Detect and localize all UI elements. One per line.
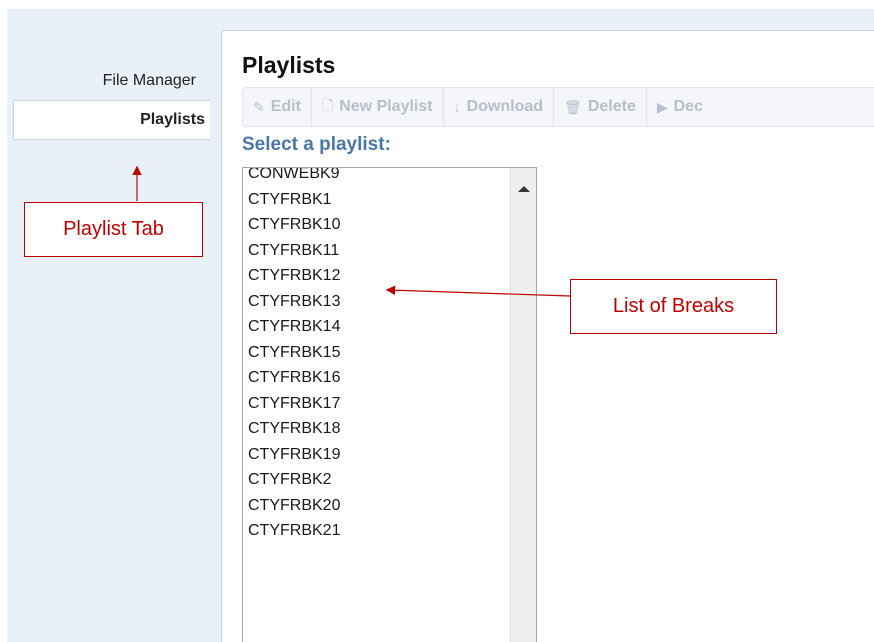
list-item[interactable]: CTYFRBK21 xyxy=(243,518,511,544)
scrollbar[interactable] xyxy=(510,168,536,642)
list-item[interactable]: CTYFRBK10 xyxy=(243,212,511,238)
list-item[interactable]: CTYFRBK19 xyxy=(243,442,511,468)
download-arrow-icon: ↓ xyxy=(453,99,461,115)
play-icon: ▶ xyxy=(656,98,668,115)
list-item[interactable]: CTYFRBK20 xyxy=(243,493,511,519)
list-item[interactable]: CTYFRBK16 xyxy=(243,365,511,391)
list-item[interactable]: CTYFRBK1 xyxy=(243,187,511,213)
tab-file-manager[interactable]: File Manager xyxy=(0,69,202,93)
dec-button-label: Dec xyxy=(673,98,703,115)
download-button-label: Download xyxy=(466,98,544,115)
scroll-up-arrow-icon[interactable] xyxy=(518,186,530,192)
list-item[interactable]: CTYFRBK2 xyxy=(243,467,511,493)
page-title: Playlists xyxy=(242,52,336,78)
tab-playlists-label: Playlists xyxy=(140,111,205,128)
tab-file-manager-label: File Manager xyxy=(102,72,196,89)
playlist-list: CONWEBK9 CTYFRBK1 CTYFRBK10 CTYFRBK11 CTYFRB… xyxy=(243,168,511,544)
trash-icon: 🗑 xyxy=(564,98,582,115)
new-document-icon: 🗋 xyxy=(321,97,334,113)
select-playlist-label: Select a playlist: xyxy=(242,134,391,155)
edit-button[interactable]: ✎ Edit xyxy=(243,88,312,126)
list-item[interactable]: CTYFRBK13 xyxy=(243,289,511,315)
list-item[interactable]: CTYFRBK15 xyxy=(243,340,511,366)
list-item[interactable]: CTYFRBK18 xyxy=(243,416,511,442)
delete-button-label: Delete xyxy=(587,98,636,115)
dec-button[interactable]: ▶ Dec xyxy=(647,88,713,126)
toolbar: ✎ Edit 🗋 New Playlist ↓ Download 🗑 Delet… xyxy=(242,87,874,127)
list-item[interactable]: CTYFRBK12 xyxy=(243,263,511,289)
new-playlist-button-label: New Playlist xyxy=(339,98,433,115)
edit-button-label: Edit xyxy=(270,98,301,115)
pencil-icon: ✎ xyxy=(253,98,265,115)
list-item[interactable]: CTYFRBK11 xyxy=(243,238,511,264)
list-item[interactable]: CTYFRBK14 xyxy=(243,314,511,340)
tab-playlists[interactable]: Playlists xyxy=(13,100,210,140)
playlist-listbox[interactable]: CONWEBK9 CTYFRBK1 CTYFRBK10 CTYFRBK11 CTYFRB… xyxy=(242,167,537,642)
callout-playlist-tab: Playlist Tab xyxy=(24,202,203,257)
list-item[interactable]: CONWEBK9 xyxy=(243,168,511,187)
download-button[interactable]: ↓ Download xyxy=(444,88,555,126)
delete-button[interactable]: 🗑 Delete xyxy=(554,88,647,126)
list-item[interactable]: CTYFRBK17 xyxy=(243,391,511,417)
callout-list-of-breaks: List of Breaks xyxy=(570,279,777,334)
new-playlist-button[interactable]: 🗋 New Playlist xyxy=(312,88,444,126)
